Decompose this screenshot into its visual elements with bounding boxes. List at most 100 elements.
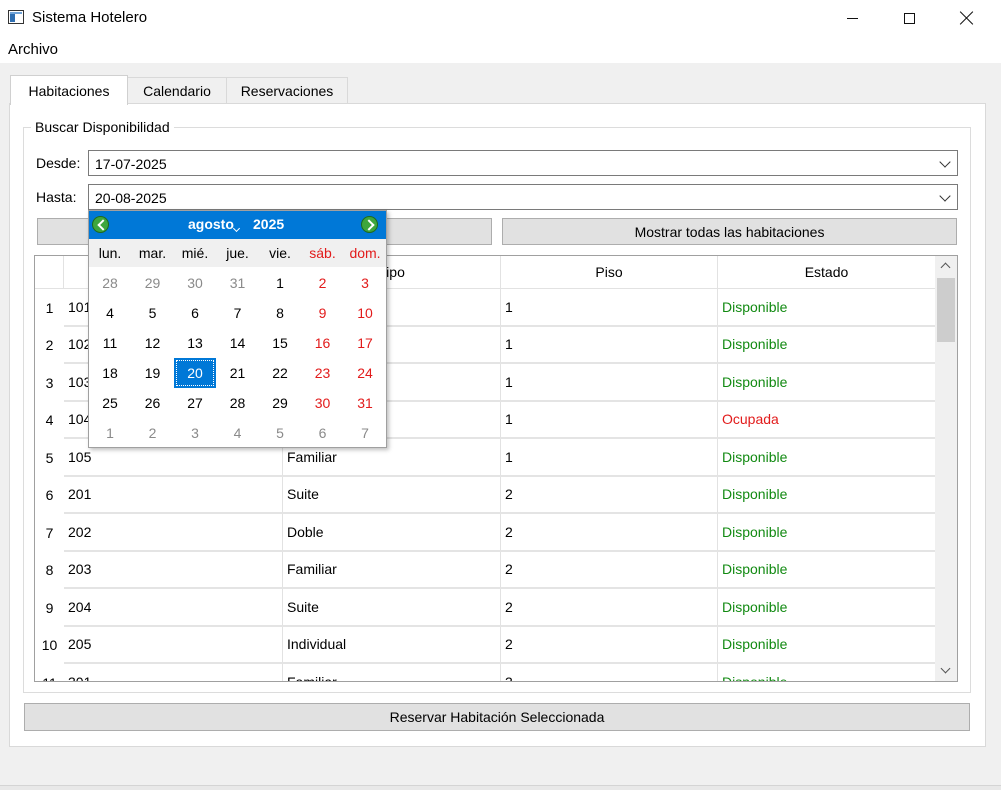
month-dropdown-icon[interactable]: [232, 224, 241, 233]
column-header-piso[interactable]: Piso: [501, 256, 718, 289]
calendar-day[interactable]: 7: [344, 418, 386, 448]
calendar-day[interactable]: 13: [174, 328, 216, 358]
calendar-day[interactable]: 31: [217, 268, 259, 298]
cell-piso[interactable]: 2: [501, 514, 718, 552]
row-header[interactable]: 8: [35, 552, 64, 590]
calendar-day[interactable]: 16: [302, 328, 344, 358]
calendar-day[interactable]: 23: [302, 358, 344, 388]
row-header[interactable]: 2: [35, 327, 64, 365]
cell-room-number[interactable]: 203: [64, 551, 283, 589]
calendar-day[interactable]: 12: [132, 328, 174, 358]
calendar-day[interactable]: 30: [174, 268, 216, 298]
row-header[interactable]: 9: [35, 589, 64, 627]
calendar-day[interactable]: 29: [132, 268, 174, 298]
calendar-day[interactable]: 17: [344, 328, 386, 358]
menu-archivo[interactable]: Archivo: [8, 41, 58, 58]
cell-piso[interactable]: 2: [501, 551, 718, 589]
cell-piso[interactable]: 2: [501, 476, 718, 514]
cell-piso[interactable]: 1: [501, 401, 718, 439]
row-header[interactable]: 4: [35, 402, 64, 440]
tab-reservaciones[interactable]: Reservaciones: [226, 77, 348, 104]
calendar-day[interactable]: 28: [217, 388, 259, 418]
calendar-day[interactable]: 1: [89, 418, 131, 448]
cell-estado[interactable]: Disponible: [718, 551, 936, 589]
calendar-day[interactable]: 8: [259, 298, 301, 328]
table-row[interactable]: 11301Familiar3Disponible: [35, 664, 936, 681]
row-header[interactable]: 6: [35, 477, 64, 515]
cell-estado[interactable]: Disponible: [718, 589, 936, 627]
cell-room-number[interactable]: 204: [64, 589, 283, 627]
reserve-room-button[interactable]: Reservar Habitación Seleccionada: [24, 703, 970, 731]
scroll-down-arrow-icon[interactable]: [935, 661, 957, 681]
calendar-day[interactable]: 7: [217, 298, 259, 328]
calendar-day[interactable]: 5: [132, 298, 174, 328]
table-row[interactable]: 8 203 Familiar 2 Disponible: [35, 551, 936, 590]
grid-vertical-scrollbar[interactable]: [935, 256, 957, 681]
calendar-day[interactable]: 31: [344, 388, 386, 418]
from-date-picker[interactable]: 17-07-2025: [88, 150, 958, 176]
cell-estado[interactable]: Disponible: [718, 476, 936, 514]
row-header[interactable]: 3: [35, 364, 64, 402]
calendar-day[interactable]: 9: [302, 298, 344, 328]
tab-habitaciones[interactable]: Habitaciones: [10, 75, 128, 105]
cell-piso[interactable]: 2: [501, 589, 718, 627]
calendar-day[interactable]: 26: [132, 388, 174, 418]
calendar-day[interactable]: 4: [217, 418, 259, 448]
cell-estado[interactable]: Disponible: [718, 289, 936, 327]
cell-room-number[interactable]: 202: [64, 514, 283, 552]
calendar-day[interactable]: 24: [344, 358, 386, 388]
table-row[interactable]: 9 204 Suite 2 Disponible: [35, 589, 936, 627]
calendar-day[interactable]: 28: [89, 268, 131, 298]
table-row[interactable]: 7 202 Doble 2 Disponible: [35, 514, 936, 552]
calendar-month[interactable]: agosto: [188, 216, 234, 232]
cell-tipo[interactable]: Individual: [283, 626, 501, 664]
calendar-day[interactable]: 5: [259, 418, 301, 448]
next-month-icon[interactable]: [361, 216, 378, 233]
cell-room-number[interactable]: 205: [64, 626, 283, 664]
cell-piso[interactable]: 1: [501, 289, 718, 327]
chevron-down-icon[interactable]: [939, 156, 951, 168]
cell-tipo[interactable]: Suite: [283, 589, 501, 627]
calendar-day[interactable]: 25: [89, 388, 131, 418]
chevron-down-icon[interactable]: [939, 190, 951, 202]
calendar-day[interactable]: 6: [174, 298, 216, 328]
cell-piso[interactable]: 2: [501, 626, 718, 664]
row-header[interactable]: 10: [35, 627, 64, 665]
previous-month-icon[interactable]: [92, 216, 109, 233]
cell-tipo[interactable]: Suite: [283, 476, 501, 514]
calendar-day[interactable]: 6: [302, 418, 344, 448]
row-header[interactable]: 11: [35, 664, 64, 681]
calendar-day[interactable]: 10: [344, 298, 386, 328]
show-all-rooms-button[interactable]: Mostrar todas las habitaciones: [502, 218, 957, 245]
cell-room-number[interactable]: 201: [64, 476, 283, 514]
calendar-day[interactable]: 15: [259, 328, 301, 358]
table-row[interactable]: 10 205 Individual 2 Disponible: [35, 626, 936, 665]
cell-tipo[interactable]: Familiar: [283, 664, 501, 681]
minimize-button[interactable]: [823, 0, 881, 36]
calendar-day[interactable]: 4: [89, 298, 131, 328]
close-button[interactable]: [938, 0, 996, 36]
cell-estado[interactable]: Disponible: [718, 326, 936, 364]
column-header-estado[interactable]: Estado: [718, 256, 936, 289]
calendar-year[interactable]: 2025: [253, 216, 284, 232]
cell-estado[interactable]: Disponible: [718, 439, 936, 477]
row-header[interactable]: 7: [35, 514, 64, 552]
scroll-thumb[interactable]: [937, 278, 955, 342]
cell-piso[interactable]: 1: [501, 326, 718, 364]
calendar-day[interactable]: 2: [302, 268, 344, 298]
row-header[interactable]: 5: [35, 439, 64, 477]
cell-estado[interactable]: Disponible: [718, 626, 936, 664]
to-date-picker[interactable]: 20-08-2025: [88, 184, 958, 210]
cell-piso[interactable]: 1: [501, 439, 718, 477]
calendar-day[interactable]: 14: [217, 328, 259, 358]
cell-estado[interactable]: Disponible: [718, 364, 936, 402]
calendar-day[interactable]: 21: [217, 358, 259, 388]
tab-calendario[interactable]: Calendario: [127, 77, 227, 104]
cell-estado[interactable]: Ocupada: [718, 401, 936, 439]
cell-piso[interactable]: 3: [501, 664, 718, 681]
cell-estado[interactable]: Disponible: [718, 664, 936, 681]
maximize-button[interactable]: [880, 0, 938, 36]
calendar-day[interactable]: 30: [302, 388, 344, 418]
calendar-day[interactable]: 3: [174, 418, 216, 448]
calendar-day[interactable]: 20: [174, 358, 216, 388]
